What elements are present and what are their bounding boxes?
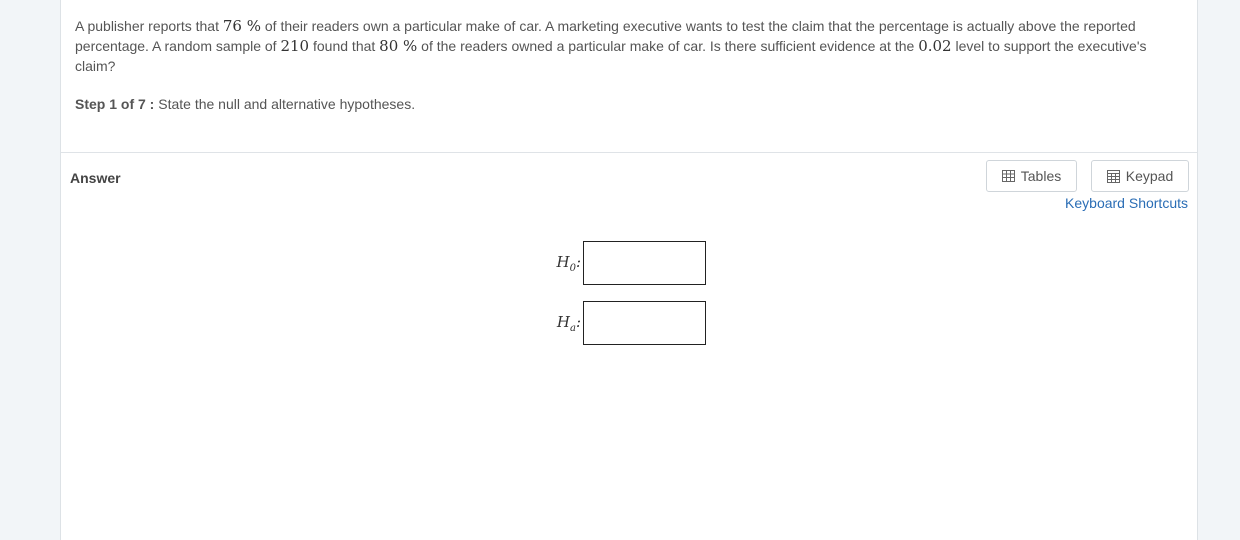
null-hypothesis-label: H0: (556, 252, 581, 274)
null-hypothesis-input[interactable] (583, 241, 706, 285)
tables-button[interactable]: Tables (986, 160, 1077, 192)
step-text: State the null and alternative hypothese… (154, 96, 416, 112)
table-icon (1001, 170, 1015, 182)
keypad-button[interactable]: Keypad (1091, 160, 1189, 192)
question-panel: A publisher reports that 76 % of their r… (60, 0, 1198, 540)
null-hypothesis-row: H0: (551, 241, 706, 285)
alternative-hypothesis-label: Ha: (556, 312, 581, 334)
significance-level: 0.02 (918, 37, 952, 55)
question-part-1: A publisher reports that (75, 18, 223, 34)
question-part-4: of the readers owned a particular make o… (417, 38, 919, 54)
tables-button-label: Tables (1020, 168, 1062, 184)
question-text: A publisher reports that 76 % of their r… (75, 16, 1175, 76)
step-label: Step 1 of 7 : (75, 96, 155, 112)
step-instruction: Step 1 of 7 : State the null and alterna… (75, 96, 415, 112)
reported-percentage: 76 % (222, 17, 261, 35)
question-part-3: found that (309, 38, 380, 54)
alternative-hypothesis-input[interactable] (583, 301, 706, 345)
answer-heading: Answer (70, 170, 121, 186)
section-divider (61, 152, 1197, 153)
keyboard-shortcuts-link[interactable]: Keyboard Shortcuts (1065, 195, 1188, 211)
keypad-button-label: Keypad (1125, 168, 1174, 184)
sample-percentage: 80 % (379, 37, 418, 55)
sample-size: 210 (280, 37, 310, 55)
alternative-hypothesis-row: Ha: (551, 301, 706, 345)
keypad-icon (1106, 169, 1120, 183)
